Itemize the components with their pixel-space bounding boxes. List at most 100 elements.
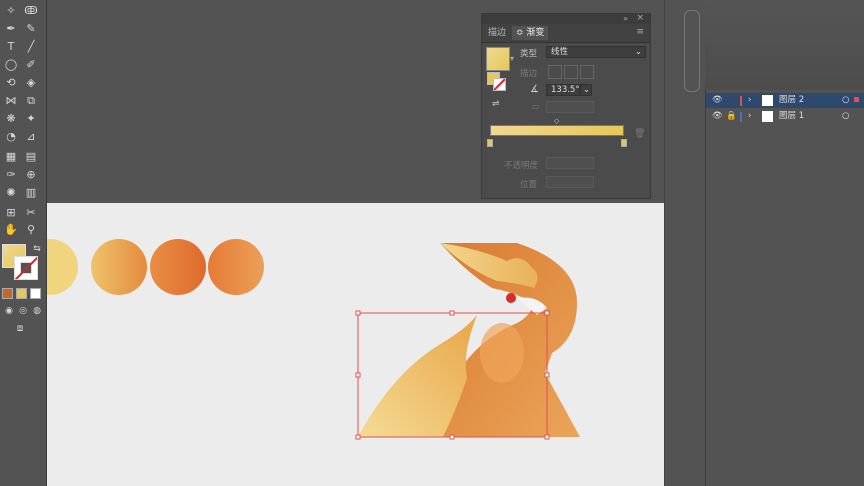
blend-icon[interactable]: ⊕ xyxy=(24,168,38,182)
color-mode-icon[interactable] xyxy=(2,288,13,299)
circle-swatch[interactable] xyxy=(208,239,264,295)
stroke-option-3-icon[interactable] xyxy=(580,65,594,79)
layer-thumbnail xyxy=(762,95,773,106)
target-icon[interactable]: ○ xyxy=(842,109,849,124)
draw-normal-icon[interactable]: ◉ xyxy=(2,304,16,318)
eye-icon[interactable]: 👁 xyxy=(712,109,723,124)
mesh-icon[interactable]: ▦ xyxy=(4,150,18,164)
zoom-icon[interactable]: ⚲ xyxy=(24,223,38,237)
opacity-select[interactable] xyxy=(546,157,594,169)
circle-swatch[interactable] xyxy=(150,239,206,295)
type-select-value: 线性 xyxy=(551,47,569,57)
artboard[interactable] xyxy=(47,203,664,486)
lasso-icon[interactable]: ↂ xyxy=(24,4,38,18)
aspect-ratio-select[interactable] xyxy=(546,101,594,113)
brush-icon[interactable]: ✐ xyxy=(24,58,38,72)
gradient-preview-swatch[interactable] xyxy=(486,47,510,71)
gradient-stop-end[interactable] xyxy=(621,139,627,147)
draw-inside-icon[interactable]: ◍ xyxy=(30,304,44,318)
rooster-eye[interactable] xyxy=(506,293,516,303)
tab-gradient[interactable]: ≎ 渐变 xyxy=(512,26,549,40)
graph-icon[interactable]: ▥ xyxy=(24,186,38,200)
delete-stop-icon[interactable]: 🗑 xyxy=(634,129,645,139)
angle-dropdown[interactable]: ⌄ xyxy=(580,84,592,96)
resize-handle[interactable] xyxy=(544,434,550,440)
eyedropper-icon[interactable]: ✑ xyxy=(4,168,18,182)
scale-icon[interactable]: ⧉ xyxy=(24,94,38,108)
none-mode-icon[interactable] xyxy=(30,288,41,299)
resize-handle[interactable] xyxy=(355,310,361,316)
perspective-icon[interactable]: ⊿ xyxy=(24,130,38,144)
position-label: 位置 xyxy=(520,180,538,190)
stroke-swatch[interactable] xyxy=(14,256,38,280)
midpoint-diamond-icon[interactable]: ◇ xyxy=(554,117,559,125)
layer-color-indicator xyxy=(740,112,742,122)
gradient-stop-start[interactable] xyxy=(487,139,493,147)
layer-name: 图层 2 xyxy=(779,95,805,105)
hand-icon[interactable]: ✋ xyxy=(4,223,18,237)
screen-mode-icon[interactable]: ⧈ xyxy=(13,322,27,336)
close-icon[interactable]: × xyxy=(636,13,644,23)
resize-handle[interactable] xyxy=(355,434,361,440)
stroke-option-1-icon[interactable] xyxy=(548,65,562,79)
warp-icon[interactable]: ❋ xyxy=(4,112,18,126)
type-icon[interactable]: T xyxy=(4,40,18,54)
resize-handle[interactable] xyxy=(449,310,455,316)
aspect-ratio-icon: ▭ xyxy=(532,102,540,111)
opacity-label: 不透明度 xyxy=(504,161,539,171)
artboard-icon[interactable]: ⊞ xyxy=(4,206,18,220)
type-label: 类型 xyxy=(520,49,538,59)
layer-row-1[interactable]: 👁 🔒 › 图层 1 ○ xyxy=(706,109,864,124)
circle-swatch[interactable] xyxy=(91,239,147,295)
vertical-scrollbar-thumb[interactable] xyxy=(684,10,700,92)
layer-color-indicator xyxy=(740,96,742,106)
eraser-icon[interactable]: ◈ xyxy=(24,76,38,90)
eye-icon[interactable]: 👁 xyxy=(712,93,723,108)
target-icon[interactable]: ○ xyxy=(842,93,849,108)
rooster-cheek[interactable] xyxy=(480,323,524,383)
shaper-icon[interactable]: ⟲ xyxy=(4,76,18,90)
stroke-mini-swatch[interactable] xyxy=(493,78,506,91)
tab-gradient-arrow-icon: ≎ xyxy=(516,28,527,38)
type-select[interactable]: 线性 ⌄ xyxy=(546,46,646,58)
chevron-right-icon[interactable]: › xyxy=(748,109,751,124)
angle-input[interactable]: 133.5° xyxy=(546,84,580,96)
panel-menu-icon[interactable]: ≡ xyxy=(636,27,644,37)
chevron-right-icon[interactable]: › xyxy=(748,93,751,108)
circle-swatch[interactable] xyxy=(47,239,78,295)
resize-handle[interactable] xyxy=(355,372,361,378)
line-icon[interactable]: ╱ xyxy=(24,40,38,54)
slice-icon[interactable]: ✂ xyxy=(24,206,38,220)
stroke-option-2-icon[interactable] xyxy=(564,65,578,79)
position-select[interactable] xyxy=(546,176,594,188)
resize-handle[interactable] xyxy=(449,434,455,440)
puppet-warp-icon[interactable]: ✦ xyxy=(24,112,38,126)
ellipse-icon[interactable]: ◯ xyxy=(4,58,18,72)
resize-handle[interactable] xyxy=(544,310,550,316)
layer-row-2[interactable]: 👁 › 图层 2 ○ xyxy=(706,93,864,108)
pen-icon[interactable]: ✒ xyxy=(4,22,18,36)
reverse-gradient-icon[interactable]: ⇌ xyxy=(492,99,500,109)
gradient-slider[interactable] xyxy=(490,125,624,136)
tab-gradient-label: 渐变 xyxy=(526,28,545,38)
gradient-mode-icon[interactable] xyxy=(16,288,27,299)
resize-handle[interactable] xyxy=(544,372,550,378)
tab-stroke[interactable]: 描边 xyxy=(484,26,510,40)
panel-tabs: 描边 ≎ 渐变 ≡ xyxy=(482,24,650,43)
draw-behind-icon[interactable]: ◎ xyxy=(16,304,30,318)
panel-dock-top xyxy=(705,0,864,90)
curvature-icon[interactable]: ✎ xyxy=(24,22,38,36)
gradient-icon[interactable]: ▤ xyxy=(24,150,38,164)
reflect-icon[interactable]: ⋈ xyxy=(4,94,18,108)
artwork xyxy=(47,239,580,440)
shape-builder-icon[interactable]: ◔ xyxy=(4,130,18,144)
symbol-sprayer-icon[interactable]: ✺ xyxy=(4,186,18,200)
magic-wand-icon[interactable]: ✧ xyxy=(4,4,18,18)
stroke-label: 描边 xyxy=(520,69,538,79)
gradient-dropdown-icon[interactable]: ▾ xyxy=(510,54,514,63)
gradient-panel: » × 描边 ≎ 渐变 ≡ ▾ 类型 线性 ⌄ 描边 ∡ 133.5° ⌄ ⇌ ▭… xyxy=(481,13,651,199)
collapse-icon[interactable]: » xyxy=(623,14,628,23)
swap-icon[interactable]: ⇆ xyxy=(30,242,44,256)
lock-icon[interactable]: 🔒 xyxy=(726,109,737,124)
selection-indicator xyxy=(854,97,859,102)
